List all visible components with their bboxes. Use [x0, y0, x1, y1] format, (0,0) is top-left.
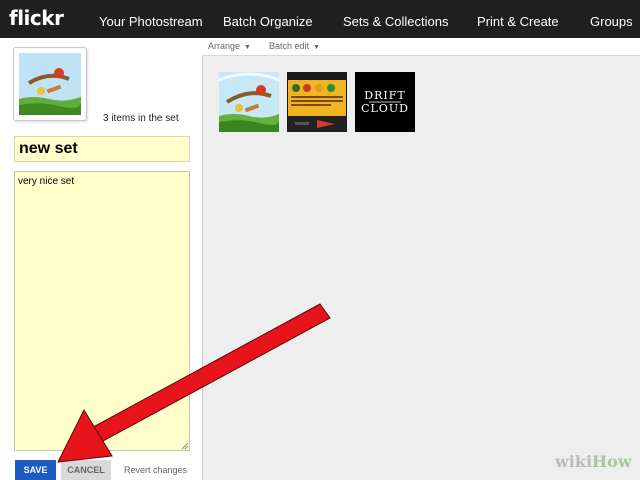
- nav-groups[interactable]: Groups: [590, 14, 633, 29]
- save-button[interactable]: SAVE: [15, 460, 56, 480]
- batch-edit-chevron-down-icon: ▼: [313, 44, 320, 51]
- set-photos-area: DRIFT CLOUD: [202, 55, 640, 480]
- photo-thumbnail[interactable]: [219, 72, 279, 132]
- nav-your-photostream[interactable]: Your Photostream: [99, 14, 203, 29]
- resize-grip-icon[interactable]: [181, 442, 189, 450]
- revert-changes-link[interactable]: Revert changes: [124, 465, 187, 475]
- batch-edit-label: Batch edit: [269, 41, 310, 51]
- batch-edit-menu[interactable]: Batch edit ▼: [269, 41, 320, 51]
- nav-batch-organize[interactable]: Batch Organize: [223, 14, 313, 29]
- set-description-input[interactable]: very nice set: [14, 171, 190, 451]
- angry-birds-thumb: [219, 72, 279, 132]
- cloud-text: CLOUD: [361, 102, 409, 115]
- nav-print-create[interactable]: Print & Create: [477, 14, 559, 29]
- nav-sets-collections[interactable]: Sets & Collections: [343, 14, 449, 29]
- watermark-how: How: [592, 452, 632, 471]
- arrange-chevron-down-icon: ▼: [244, 44, 251, 51]
- flickr-logo[interactable]: flickr: [9, 6, 64, 30]
- arrange-menu[interactable]: Arrange ▼: [208, 41, 251, 51]
- photo-thumbnail[interactable]: DRIFT CLOUD: [355, 72, 415, 132]
- cancel-button[interactable]: CANCEL: [61, 460, 111, 480]
- set-editor-panel: 3 items in the set very nice set SAVE CA…: [0, 38, 202, 480]
- watermark-wiki: wiki: [555, 452, 593, 471]
- drift-cloud-thumb: DRIFT CLOUD: [355, 72, 415, 132]
- wikihow-watermark: wikiHow: [555, 452, 632, 471]
- set-title-input[interactable]: [14, 136, 190, 162]
- photo-thumbnail[interactable]: [287, 72, 347, 132]
- game-screen-thumb: [287, 72, 347, 132]
- drift-text: DRIFT: [364, 89, 405, 102]
- cover-image: [19, 53, 81, 115]
- arrange-label: Arrange: [208, 41, 241, 51]
- set-cover-thumbnail[interactable]: [13, 47, 87, 121]
- items-count-label: 3 items in the set: [103, 113, 179, 124]
- top-nav-bar: flickr Your Photostream Batch Organize S…: [0, 0, 640, 38]
- organize-toolbar: Arrange ▼ Batch edit ▼: [202, 38, 640, 55]
